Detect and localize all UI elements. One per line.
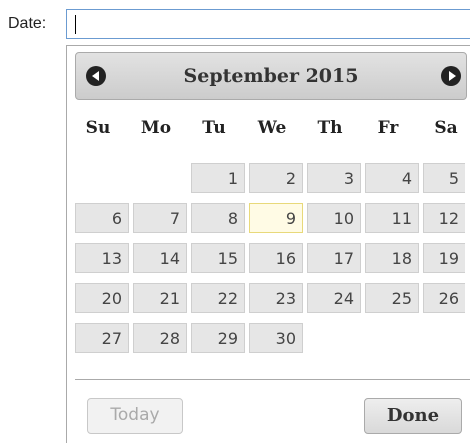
day-cell[interactable]: 11 xyxy=(365,203,419,233)
day-cell[interactable]: 2 xyxy=(249,163,303,193)
date-input[interactable] xyxy=(66,9,470,39)
weekday-header-row: Su Mo Tu We Th Fr Sa xyxy=(77,118,470,142)
day-cell[interactable]: 10 xyxy=(307,203,361,233)
day-cell[interactable]: 7 xyxy=(133,203,187,233)
today-button[interactable]: Today xyxy=(87,398,183,434)
prev-month-icon[interactable] xyxy=(86,66,106,86)
day-cell[interactable]: 29 xyxy=(191,323,245,353)
day-cell[interactable]: 21 xyxy=(133,283,187,313)
done-button[interactable]: Done xyxy=(364,398,462,434)
day-cell[interactable]: 9 xyxy=(249,203,303,233)
weekday-label: Tu xyxy=(202,118,226,138)
weekday-label: Fr xyxy=(377,118,399,138)
next-month-icon[interactable] xyxy=(441,66,461,86)
day-cell[interactable]: 1 xyxy=(191,163,245,193)
day-cell[interactable]: 24 xyxy=(307,283,361,313)
day-cell[interactable]: 20 xyxy=(75,283,129,313)
weekday-label: Th xyxy=(317,118,343,138)
text-caret xyxy=(75,15,76,34)
calendar-grid: 1 2 3 4 5 6 7 8 9 10 11 12 13 14 15 16 17 18 19 20 21 22 23 24 2… xyxy=(75,163,470,363)
day-cell[interactable]: 22 xyxy=(191,283,245,313)
day-cell[interactable]: 3 xyxy=(307,163,361,193)
day-cell[interactable]: 14 xyxy=(133,243,187,273)
day-cell[interactable]: 25 xyxy=(365,283,419,313)
datepicker-header: September 2015 xyxy=(75,52,467,100)
month-year-title: September 2015 xyxy=(183,65,359,87)
button-pane: Today Done xyxy=(75,379,470,445)
day-cell[interactable]: 13 xyxy=(75,243,129,273)
day-cell[interactable]: 12 xyxy=(423,203,465,233)
datepicker-popup: September 2015 Su Mo Tu We Th Fr Sa 1234567891… xyxy=(66,45,470,443)
weekday-label: Su xyxy=(85,118,111,138)
day-cell[interactable]: 5 xyxy=(423,163,465,193)
day-cell[interactable]: 30 xyxy=(249,323,303,353)
day-cell[interactable]: 17 xyxy=(307,243,361,273)
day-cell[interactable]: 18 xyxy=(365,243,419,273)
day-cell[interactable]: 6 xyxy=(75,203,129,233)
weekday-label: We xyxy=(257,118,287,138)
date-row: Date: xyxy=(0,6,470,40)
day-cell[interactable]: 8 xyxy=(191,203,245,233)
weekday-label: Sa xyxy=(434,118,458,138)
day-cell[interactable]: 15 xyxy=(191,243,245,273)
day-cell[interactable]: 19 xyxy=(423,243,465,273)
day-cell[interactable]: 27 xyxy=(75,323,129,353)
day-cell[interactable]: 23 xyxy=(249,283,303,313)
day-cell[interactable]: 26 xyxy=(423,283,465,313)
day-cell[interactable]: 28 xyxy=(133,323,187,353)
day-cell[interactable]: 4 xyxy=(365,163,419,193)
date-label: Date: xyxy=(8,15,47,32)
day-cell[interactable]: 16 xyxy=(249,243,303,273)
weekday-label: Mo xyxy=(140,118,172,138)
